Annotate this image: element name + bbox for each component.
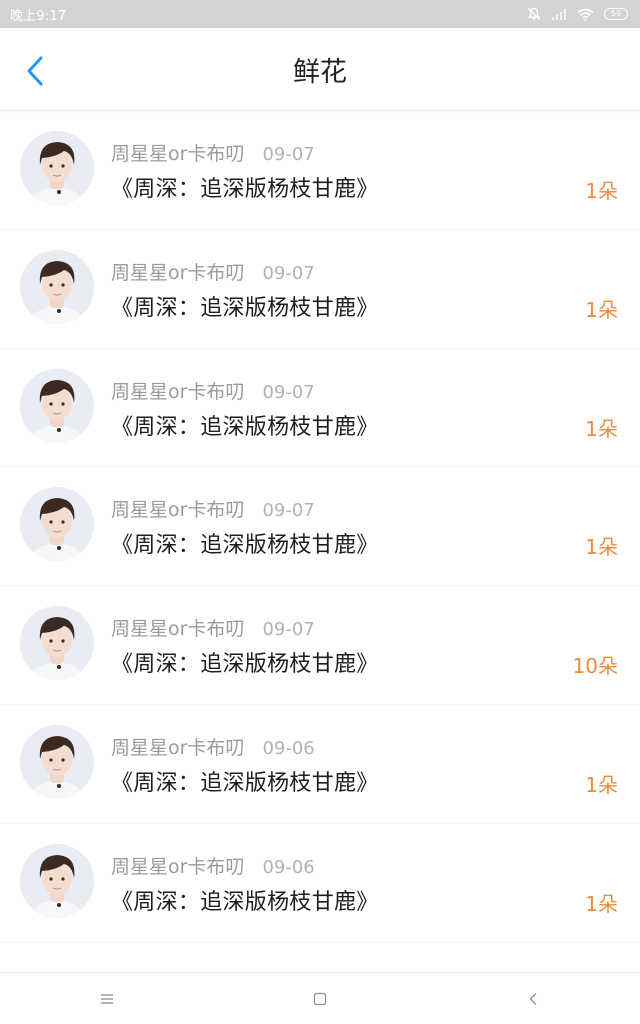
avatar[interactable] [20, 131, 94, 205]
item-title: 《周深：追深版杨枝甘鹿》 [111, 414, 379, 440]
item-date: 09-07 [262, 262, 315, 284]
menu-button[interactable] [77, 979, 137, 1019]
avatar[interactable] [20, 368, 94, 443]
flower-count: 10朵 [572, 654, 618, 679]
item-date: 09-07 [262, 381, 315, 403]
avatar[interactable] [20, 843, 94, 918]
sender-name[interactable]: 周星星or卡布叨 [111, 258, 244, 285]
item-title: 《周深：追深版杨枝甘鹿》 [111, 177, 379, 202]
flower-count: 1朵 [585, 535, 618, 560]
list-item[interactable]: 周星星or卡布叨 09-07 《周深：追深版杨枝甘鹿》 1朵 [0, 111, 640, 230]
avatar[interactable] [20, 724, 94, 799]
status-bar: 晚上9:17 59 [0, 0, 640, 28]
menu-icon [100, 993, 113, 1004]
item-meta: 周星星or卡布叨 09-06 [111, 852, 315, 879]
item-meta: 周星星or卡布叨 09-07 [111, 495, 315, 522]
signal-icon [551, 8, 567, 20]
back-triangle-icon [529, 992, 537, 1005]
battery-icon: 59 [604, 8, 628, 20]
wifi-icon [577, 8, 594, 21]
list-item[interactable]: 周星星or卡布叨 09-07 《周深：追深版杨枝甘鹿》 1朵 [0, 349, 640, 468]
item-date: 09-07 [262, 144, 315, 165]
avatar[interactable] [20, 606, 94, 681]
flower-count: 1朵 [585, 416, 618, 441]
list-item[interactable]: 周星星or卡布叨 09-07 《周深：追深版杨枝甘鹿》 1朵 [0, 467, 640, 587]
flower-count: 1朵 [585, 891, 618, 916]
app-window: 晚上9:17 59 鲜花 周星星or卡布叨 09-07 《周深：追深版杨枝甘鹿》… [0, 0, 640, 1024]
item-date: 09-07 [262, 619, 315, 641]
list-item[interactable]: 周星星or卡布叨 09-06 《周深：追深版杨枝甘鹿》 1朵 [0, 705, 640, 824]
item-title: 《周深：追深版杨枝甘鹿》 [111, 889, 379, 915]
status-time: 晚上9:17 [10, 8, 67, 24]
flower-count: 1朵 [585, 772, 618, 797]
battery-level: 59 [610, 9, 622, 18]
sender-name[interactable]: 周星星or卡布叨 [111, 614, 244, 641]
list-item[interactable]: 周星星or卡布叨 09-07 《周深：追深版杨枝甘鹿》 10朵 [0, 586, 640, 705]
item-title: 《周深：追深版杨枝甘鹿》 [111, 652, 379, 678]
status-icons: 59 [527, 7, 628, 21]
sender-name[interactable]: 周星星or卡布叨 [111, 495, 244, 522]
item-meta: 周星星or卡布叨 09-06 [111, 733, 315, 760]
system-nav-bar [0, 972, 640, 1024]
item-meta: 周星星or卡布叨 09-07 [111, 258, 315, 285]
sender-name[interactable]: 周星星or卡布叨 [111, 139, 244, 166]
item-date: 09-07 [262, 500, 315, 522]
item-meta: 周星星or卡布叨 09-07 [111, 139, 315, 166]
item-date: 09-06 [262, 856, 315, 878]
list-item[interactable]: 周星星or卡布叨 09-07 《周深：追深版杨枝甘鹿》 1朵 [0, 230, 640, 349]
sender-name[interactable]: 周星星or卡布叨 [111, 733, 244, 760]
flower-count: 1朵 [585, 179, 618, 203]
home-square-icon [313, 992, 327, 1005]
flower-list: 周星星or卡布叨 09-07 《周深：追深版杨枝甘鹿》 1朵 周星星or卡布叨 … [0, 111, 640, 973]
page-title: 鲜花 [293, 57, 347, 88]
item-meta: 周星星or卡布叨 09-07 [111, 614, 315, 641]
avatar[interactable] [20, 487, 94, 562]
system-back-button[interactable] [503, 979, 563, 1019]
item-title: 《周深：追深版杨枝甘鹿》 [111, 295, 379, 321]
item-date: 09-06 [262, 737, 315, 759]
home-button[interactable] [290, 979, 350, 1019]
flower-count: 1朵 [585, 297, 618, 322]
sender-name[interactable]: 周星星or卡布叨 [111, 377, 244, 404]
avatar[interactable] [20, 249, 94, 324]
header-bar: 鲜花 [0, 28, 640, 111]
list-item[interactable]: 周星星or卡布叨 09-06 《周深：追深版杨枝甘鹿》 1朵 [0, 824, 640, 943]
item-meta: 周星星or卡布叨 09-07 [111, 377, 315, 404]
bell-mute-icon [527, 7, 541, 21]
sender-name[interactable]: 周星星or卡布叨 [111, 852, 244, 879]
item-title: 《周深：追深版杨枝甘鹿》 [111, 770, 379, 796]
item-title: 《周深：追深版杨枝甘鹿》 [111, 533, 379, 559]
